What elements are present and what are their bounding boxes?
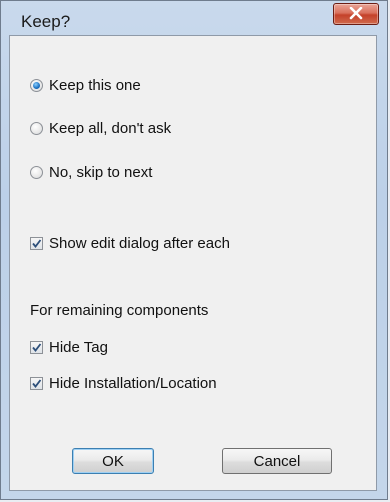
keep-dialog: Keep? Keep this one Keep all, don't ask …	[0, 0, 388, 500]
checkmark-icon	[32, 342, 42, 352]
radio-button[interactable]	[30, 165, 43, 179]
close-button[interactable]	[333, 3, 379, 25]
radio-skip-to-next[interactable]: No, skip to next	[30, 162, 152, 182]
radio-button[interactable]	[30, 78, 43, 92]
dialog-title: Keep?	[21, 12, 71, 31]
checkbox-label: Show edit dialog after each	[49, 234, 230, 252]
radio-keep-this-one[interactable]: Keep this one	[30, 75, 141, 95]
radio-label: Keep this one	[49, 76, 141, 94]
checkmark-icon	[32, 238, 42, 248]
remaining-components-heading: For remaining components	[30, 302, 209, 319]
checkmark-icon	[32, 378, 42, 388]
hide-tag-checkbox[interactable]: Hide Tag	[30, 337, 108, 357]
radio-button[interactable]	[30, 121, 43, 135]
hide-installation-location-checkbox[interactable]: Hide Installation/Location	[30, 373, 217, 393]
checkbox[interactable]	[30, 236, 43, 250]
checkbox-label: Hide Installation/Location	[49, 374, 217, 392]
cancel-button[interactable]: Cancel	[222, 448, 332, 474]
close-icon	[349, 7, 363, 20]
checkbox[interactable]	[30, 376, 43, 390]
radio-label: Keep all, don't ask	[49, 119, 172, 137]
ok-button[interactable]: OK	[72, 448, 154, 474]
checkbox[interactable]	[30, 340, 43, 354]
show-edit-dialog-checkbox[interactable]: Show edit dialog after each	[30, 233, 230, 253]
radio-label: No, skip to next	[49, 163, 153, 181]
checkbox-label: Hide Tag	[49, 338, 108, 356]
dialog-body: Keep this one Keep all, don't ask No, sk…	[9, 35, 377, 491]
radio-keep-all[interactable]: Keep all, don't ask	[30, 118, 171, 138]
